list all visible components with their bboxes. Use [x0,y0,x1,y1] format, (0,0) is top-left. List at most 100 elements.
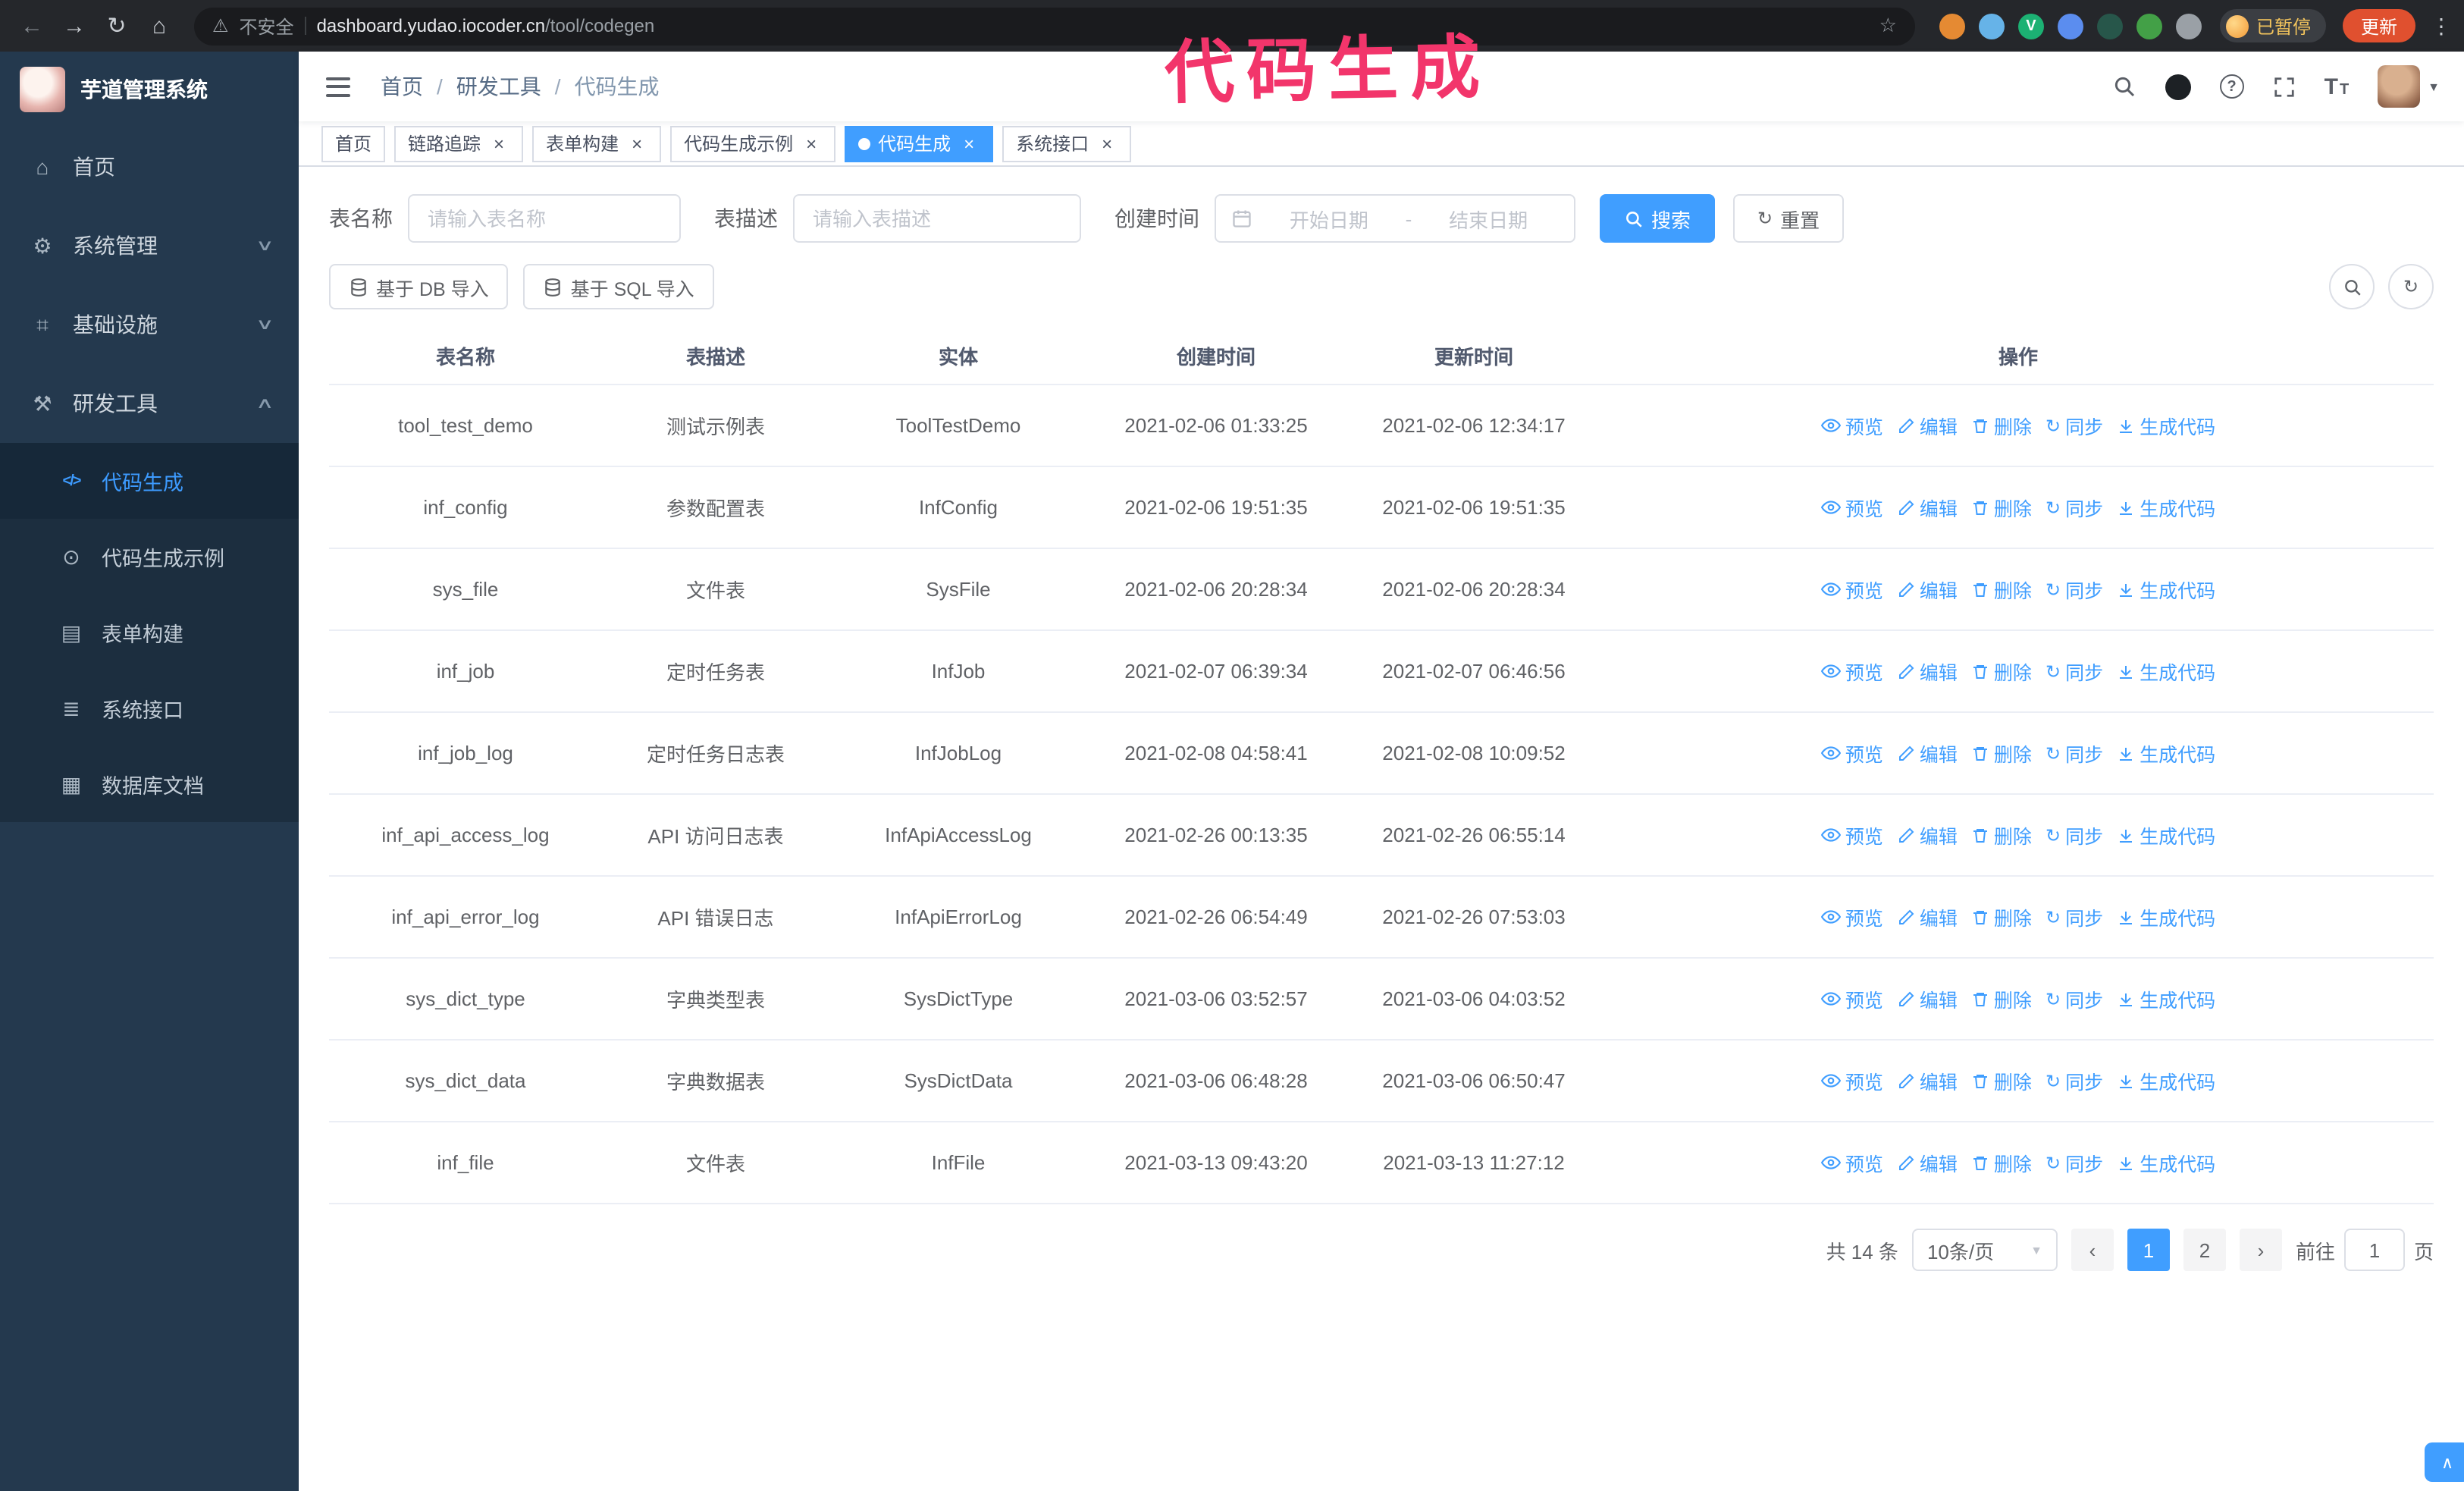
tab-4[interactable]: 代码生成 × [845,125,994,162]
sync-link[interactable]: ↻ 同步 [2045,575,2103,604]
generate-code-link[interactable]: 生成代码 [2117,739,2215,767]
search-button[interactable]: 搜索 [1600,194,1716,243]
tab-close-icon[interactable]: × [958,133,980,154]
hamburger-icon[interactable] [323,71,353,102]
preview-link[interactable]: 预览 [1820,821,1883,849]
delete-link[interactable]: 删除 [1971,1148,2032,1177]
extension-puzzle-icon[interactable] [2175,13,2202,39]
edit-link[interactable]: 编辑 [1897,493,1958,522]
delete-link[interactable]: 删除 [1971,984,2032,1013]
extension-orange-icon[interactable] [1939,13,1965,39]
delete-link[interactable]: 删除 [1971,821,2032,849]
sidebar-subitem-3[interactable]: ≣ 系统接口 [0,670,299,746]
preview-link[interactable]: 预览 [1820,575,1883,604]
preview-link[interactable]: 预览 [1820,411,1883,440]
help-icon[interactable]: ? [2219,74,2244,99]
sidebar-subitem-2[interactable]: ▤ 表单构建 [0,595,299,670]
page-number-button[interactable]: 2 [2183,1229,2226,1271]
preview-link[interactable]: 预览 [1820,493,1883,522]
sync-link[interactable]: ↻ 同步 [2045,984,2103,1013]
edit-link[interactable]: 编辑 [1897,984,1958,1013]
generate-code-link[interactable]: 生成代码 [2117,493,2215,522]
browser-home-button[interactable]: ⌂ [140,6,179,46]
generate-code-link[interactable]: 生成代码 [2117,1148,2215,1177]
sidebar-subitem-4[interactable]: ▦ 数据库文档 [0,746,299,822]
fullscreen-icon[interactable] [2273,75,2296,98]
generate-code-link[interactable]: 生成代码 [2117,984,2215,1013]
bookmark-star-icon[interactable]: ☆ [1879,14,1897,38]
sync-link[interactable]: ↻ 同步 [2045,1066,2103,1095]
back-to-top-button[interactable]: ∧ [2425,1442,2464,1482]
tab-0[interactable]: 首页 [321,125,386,162]
delete-link[interactable]: 删除 [1971,902,2032,931]
generate-code-link[interactable]: 生成代码 [2117,902,2215,931]
browser-forward-button[interactable]: → [55,6,94,46]
sidebar-subitem-0[interactable]: </> 代码生成 [0,443,299,519]
preview-link[interactable]: 预览 [1820,902,1883,931]
sync-link[interactable]: ↻ 同步 [2045,1148,2103,1177]
delete-link[interactable]: 删除 [1971,657,2032,686]
profile-paused-badge[interactable]: 已暂停 [2219,9,2326,42]
sync-link[interactable]: ↻ 同步 [2045,821,2103,849]
preview-link[interactable]: 预览 [1820,984,1883,1013]
edit-link[interactable]: 编辑 [1897,657,1958,686]
security-label[interactable]: 不安全 [240,13,294,39]
edit-link[interactable]: 编辑 [1897,739,1958,767]
preview-link[interactable]: 预览 [1820,739,1883,767]
app-logo[interactable]: 芋道管理系统 [0,52,299,127]
sidebar-item-1[interactable]: ⚙ 系统管理 ∨ [0,206,299,285]
sync-link[interactable]: ↻ 同步 [2045,739,2103,767]
breadcrumb-home[interactable]: 首页 [381,71,423,102]
import-sql-button[interactable]: 基于 SQL 导入 [523,264,714,309]
edit-link[interactable]: 编辑 [1897,1066,1958,1095]
edit-link[interactable]: 编辑 [1897,411,1958,440]
prev-page-button[interactable]: ‹ [2071,1229,2114,1271]
date-end-placeholder[interactable]: 结束日期 [1418,204,1559,233]
user-menu[interactable]: ▼ [2378,65,2440,108]
generate-code-link[interactable]: 生成代码 [2117,411,2215,440]
preview-link[interactable]: 预览 [1820,657,1883,686]
extension-blue-icon[interactable] [1978,13,2005,39]
address-bar[interactable]: ⚠ 不安全 dashboard.yudao.iocoder.cn/tool/co… [194,7,1915,45]
delete-link[interactable]: 删除 [1971,739,2032,767]
sidebar-subitem-1[interactable]: ⊙ 代码生成示例 [0,519,299,595]
edit-link[interactable]: 编辑 [1897,902,1958,931]
extension-people-icon[interactable] [2057,13,2083,39]
goto-page-input[interactable] [2343,1229,2405,1271]
preview-link[interactable]: 预览 [1820,1066,1883,1095]
search-icon[interactable] [2112,74,2136,99]
generate-code-link[interactable]: 生成代码 [2117,575,2215,604]
extension-vue-devtools-icon[interactable]: V [2017,13,2044,39]
delete-link[interactable]: 删除 [1971,411,2032,440]
extension-green-icon[interactable] [2136,13,2162,39]
sync-link[interactable]: ↻ 同步 [2045,493,2103,522]
tab-2[interactable]: 表单构建 × [532,125,662,162]
generate-code-link[interactable]: 生成代码 [2117,821,2215,849]
sync-link[interactable]: ↻ 同步 [2045,411,2103,440]
next-page-button[interactable]: › [2239,1229,2282,1271]
sync-link[interactable]: ↻ 同步 [2045,902,2103,931]
tab-3[interactable]: 代码生成示例 × [670,125,836,162]
delete-link[interactable]: 删除 [1971,575,2032,604]
page-number-button[interactable]: 1 [2127,1229,2170,1271]
browser-back-button[interactable]: ← [12,6,52,46]
tab-1[interactable]: 链路追踪 × [394,125,524,162]
date-start-placeholder[interactable]: 开始日期 [1259,204,1400,233]
preview-link[interactable]: 预览 [1820,1148,1883,1177]
table-name-input[interactable] [408,194,681,243]
sidebar-item-2[interactable]: ⌗ 基础设施 ∨ [0,285,299,364]
table-desc-input[interactable] [793,194,1081,243]
edit-link[interactable]: 编辑 [1897,821,1958,849]
sync-link[interactable]: ↻ 同步 [2045,657,2103,686]
generate-code-link[interactable]: 生成代码 [2117,657,2215,686]
font-size-icon[interactable]: TT [2324,74,2350,99]
edit-link[interactable]: 编辑 [1897,1148,1958,1177]
toggle-search-button[interactable] [2329,264,2375,309]
tab-5[interactable]: 系统接口 × [1002,125,1132,162]
github-icon[interactable] [2165,74,2191,99]
sidebar-item-3[interactable]: ⚒ 研发工具 ∧ [0,364,299,443]
breadcrumb-devtools[interactable]: 研发工具 [456,71,541,102]
import-db-button[interactable]: 基于 DB 导入 [329,264,509,309]
date-range-picker[interactable]: 开始日期 - 结束日期 [1215,194,1575,243]
tab-close-icon[interactable]: × [1096,133,1118,154]
